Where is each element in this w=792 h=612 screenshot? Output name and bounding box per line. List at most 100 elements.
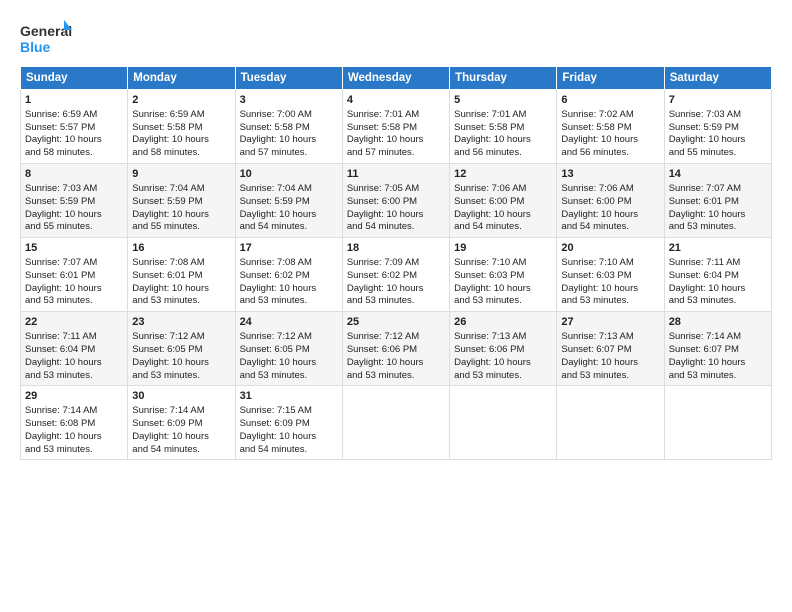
day-info-line: Sunset: 6:07 PM — [669, 344, 767, 357]
day-info-line: Sunrise: 7:12 AM — [240, 331, 338, 344]
day-info-line: and 53 minutes. — [669, 221, 767, 234]
calendar-cell: 27Sunrise: 7:13 AMSunset: 6:07 PMDayligh… — [557, 312, 664, 386]
day-info-line: Sunset: 6:04 PM — [25, 344, 123, 357]
day-info-line: Sunset: 5:58 PM — [132, 122, 230, 135]
day-number: 3 — [240, 93, 338, 108]
day-info-line: Sunset: 6:00 PM — [561, 196, 659, 209]
logo-icon: General Blue — [20, 18, 72, 58]
day-info-line: and 53 minutes. — [240, 370, 338, 383]
day-info-line: and 53 minutes. — [347, 295, 445, 308]
day-info-line: Sunset: 6:03 PM — [561, 270, 659, 283]
calendar-cell: 9Sunrise: 7:04 AMSunset: 5:59 PMDaylight… — [128, 164, 235, 238]
day-number: 15 — [25, 241, 123, 256]
calendar-cell: 31Sunrise: 7:15 AMSunset: 6:09 PMDayligh… — [235, 386, 342, 460]
day-info-line: and 53 minutes. — [561, 370, 659, 383]
day-info-line: Sunset: 5:58 PM — [561, 122, 659, 135]
calendar-cell: 20Sunrise: 7:10 AMSunset: 6:03 PMDayligh… — [557, 238, 664, 312]
day-info-line: Daylight: 10 hours — [240, 209, 338, 222]
day-info-line: Sunrise: 7:04 AM — [240, 183, 338, 196]
day-info-line: Daylight: 10 hours — [347, 283, 445, 296]
day-number: 10 — [240, 167, 338, 182]
day-info-line: Sunset: 5:58 PM — [240, 122, 338, 135]
day-info-line: and 56 minutes. — [454, 147, 552, 160]
day-info-line: Daylight: 10 hours — [561, 209, 659, 222]
day-info-line: and 56 minutes. — [561, 147, 659, 160]
day-number: 2 — [132, 93, 230, 108]
day-info-line: Sunset: 6:01 PM — [669, 196, 767, 209]
logo: General Blue — [20, 18, 72, 58]
day-info-line: Sunset: 6:00 PM — [454, 196, 552, 209]
calendar-week-row: 8Sunrise: 7:03 AMSunset: 5:59 PMDaylight… — [21, 164, 772, 238]
header: General Blue — [20, 18, 772, 58]
day-info-line: and 53 minutes. — [25, 444, 123, 457]
day-number: 16 — [132, 241, 230, 256]
day-info-line: and 55 minutes. — [132, 221, 230, 234]
day-info-line: Sunrise: 7:03 AM — [25, 183, 123, 196]
day-number: 5 — [454, 93, 552, 108]
day-info-line: Sunrise: 7:14 AM — [25, 405, 123, 418]
day-info-line: Sunrise: 7:14 AM — [669, 331, 767, 344]
calendar-body: 1Sunrise: 6:59 AMSunset: 5:57 PMDaylight… — [21, 90, 772, 460]
calendar-cell: 26Sunrise: 7:13 AMSunset: 6:06 PMDayligh… — [450, 312, 557, 386]
day-info-line: Daylight: 10 hours — [132, 357, 230, 370]
day-info-line: Sunrise: 7:11 AM — [669, 257, 767, 270]
day-info-line: Daylight: 10 hours — [25, 431, 123, 444]
weekday-header-cell: Saturday — [664, 67, 771, 90]
day-info-line: Sunrise: 7:00 AM — [240, 109, 338, 122]
day-info-line: Sunset: 6:09 PM — [132, 418, 230, 431]
calendar-cell — [342, 386, 449, 460]
calendar-cell — [664, 386, 771, 460]
day-info-line: Sunrise: 7:06 AM — [561, 183, 659, 196]
day-info-line: Sunset: 5:58 PM — [454, 122, 552, 135]
day-number: 29 — [25, 389, 123, 404]
weekday-header-cell: Friday — [557, 67, 664, 90]
day-number: 9 — [132, 167, 230, 182]
calendar-cell: 12Sunrise: 7:06 AMSunset: 6:00 PMDayligh… — [450, 164, 557, 238]
day-info-line: Sunset: 5:59 PM — [25, 196, 123, 209]
day-info-line: and 54 minutes. — [454, 221, 552, 234]
day-info-line: Daylight: 10 hours — [132, 283, 230, 296]
day-info-line: Daylight: 10 hours — [132, 134, 230, 147]
calendar-cell: 17Sunrise: 7:08 AMSunset: 6:02 PMDayligh… — [235, 238, 342, 312]
calendar-cell: 1Sunrise: 6:59 AMSunset: 5:57 PMDaylight… — [21, 90, 128, 164]
day-info-line: Daylight: 10 hours — [25, 357, 123, 370]
day-info-line: Sunrise: 7:10 AM — [561, 257, 659, 270]
day-number: 12 — [454, 167, 552, 182]
day-number: 31 — [240, 389, 338, 404]
day-info-line: Daylight: 10 hours — [669, 209, 767, 222]
calendar-cell: 2Sunrise: 6:59 AMSunset: 5:58 PMDaylight… — [128, 90, 235, 164]
day-info-line: Daylight: 10 hours — [347, 209, 445, 222]
day-info-line: and 54 minutes. — [347, 221, 445, 234]
calendar-cell: 16Sunrise: 7:08 AMSunset: 6:01 PMDayligh… — [128, 238, 235, 312]
weekday-header-cell: Sunday — [21, 67, 128, 90]
day-info-line: Sunset: 6:02 PM — [240, 270, 338, 283]
day-info-line: and 57 minutes. — [347, 147, 445, 160]
day-info-line: and 53 minutes. — [669, 295, 767, 308]
day-info-line: Sunrise: 7:02 AM — [561, 109, 659, 122]
weekday-header-cell: Wednesday — [342, 67, 449, 90]
day-info-line: Sunrise: 7:12 AM — [347, 331, 445, 344]
day-number: 13 — [561, 167, 659, 182]
calendar-cell: 29Sunrise: 7:14 AMSunset: 6:08 PMDayligh… — [21, 386, 128, 460]
day-info-line: and 53 minutes. — [132, 295, 230, 308]
day-number: 20 — [561, 241, 659, 256]
calendar-cell: 11Sunrise: 7:05 AMSunset: 6:00 PMDayligh… — [342, 164, 449, 238]
day-info-line: and 54 minutes. — [561, 221, 659, 234]
day-info-line: Daylight: 10 hours — [669, 357, 767, 370]
day-number: 30 — [132, 389, 230, 404]
weekday-header-cell: Tuesday — [235, 67, 342, 90]
day-number: 8 — [25, 167, 123, 182]
day-info-line: Sunset: 6:01 PM — [25, 270, 123, 283]
day-info-line: and 53 minutes. — [25, 295, 123, 308]
day-info-line: and 53 minutes. — [561, 295, 659, 308]
day-info-line: Daylight: 10 hours — [454, 134, 552, 147]
day-info-line: Sunrise: 7:09 AM — [347, 257, 445, 270]
day-number: 7 — [669, 93, 767, 108]
day-info-line: Sunset: 6:03 PM — [454, 270, 552, 283]
day-info-line: Daylight: 10 hours — [25, 209, 123, 222]
calendar-cell: 18Sunrise: 7:09 AMSunset: 6:02 PMDayligh… — [342, 238, 449, 312]
day-info-line: Daylight: 10 hours — [347, 134, 445, 147]
day-info-line: and 53 minutes. — [25, 370, 123, 383]
calendar-cell: 22Sunrise: 7:11 AMSunset: 6:04 PMDayligh… — [21, 312, 128, 386]
day-info-line: Sunset: 5:57 PM — [25, 122, 123, 135]
